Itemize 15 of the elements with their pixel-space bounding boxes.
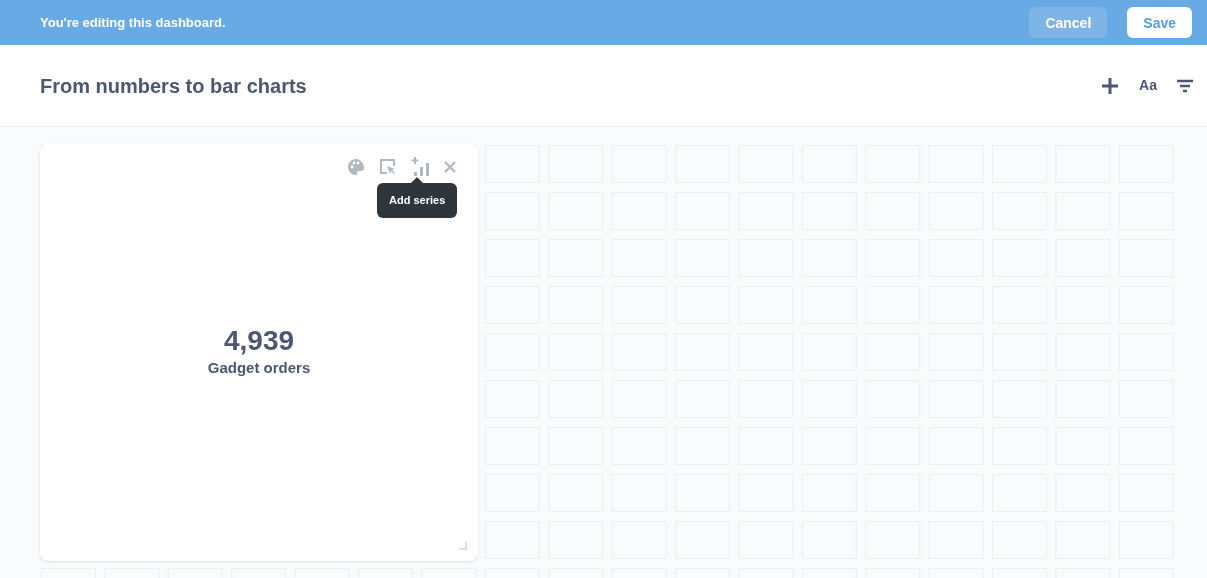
palette-icon[interactable] (347, 157, 365, 176)
click-behavior-icon[interactable] (379, 157, 397, 176)
close-icon[interactable] (443, 159, 457, 174)
dashboard-title: From numbers to bar charts (40, 73, 307, 99)
banner-message: You're editing this dashboard. (40, 13, 226, 32)
add-series-icon[interactable] (411, 157, 429, 176)
save-button[interactable]: Save (1127, 7, 1192, 38)
cancel-button[interactable]: Cancel (1029, 7, 1108, 38)
tooltip: Add series (377, 177, 458, 218)
metric-label: Gadget orders (207, 358, 311, 379)
resize-handle-icon (459, 542, 467, 550)
filter-icon[interactable] (1177, 78, 1193, 93)
metric-value: 4,939 (223, 325, 295, 358)
add-icon[interactable] (1101, 76, 1120, 95)
text-button[interactable]: Aa (1139, 75, 1157, 96)
